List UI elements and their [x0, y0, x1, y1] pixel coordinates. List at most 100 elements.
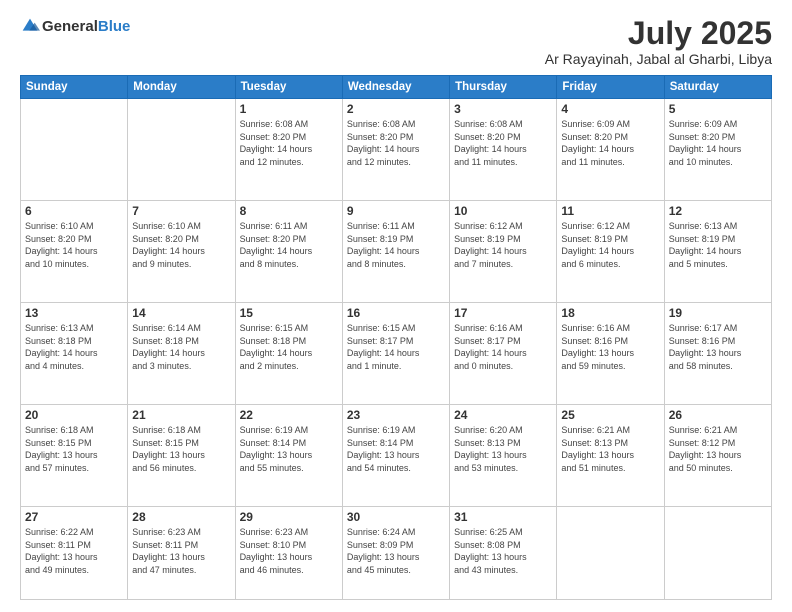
calendar-cell: 8 Sunrise: 6:11 AM Sunset: 8:20 PM Daylig…: [235, 201, 342, 303]
day-number: 2: [347, 102, 445, 116]
day-info: Sunrise: 6:14 AM Sunset: 8:18 PM Dayligh…: [132, 322, 230, 372]
day-number: 9: [347, 204, 445, 218]
day-info: Sunrise: 6:17 AM Sunset: 8:16 PM Dayligh…: [669, 322, 767, 372]
day-info: Sunrise: 6:21 AM Sunset: 8:12 PM Dayligh…: [669, 424, 767, 474]
calendar-cell: 5Sunrise: 6:09 AM Sunset: 8:20 PM Daylig…: [664, 99, 771, 201]
calendar-cell: 21 Sunrise: 6:18 AM Sunset: 8:15 PM Dayli…: [128, 405, 235, 507]
calendar-week-row: 27 Sunrise: 6:22 AM Sunset: 8:11 PM Dayli…: [21, 507, 772, 600]
calendar-cell: 31Sunrise: 6:25 AM Sunset: 8:08 PM Dayli…: [450, 507, 557, 600]
calendar-table: SundayMondayTuesdayWednesdayThursdayFrid…: [20, 75, 772, 600]
day-info: Sunrise: 6:16 AM Sunset: 8:17 PM Dayligh…: [454, 322, 552, 372]
day-info: Sunrise: 6:13 AM Sunset: 8:18 PM Dayligh…: [25, 322, 123, 372]
day-info: Sunrise: 6:23 AM Sunset: 8:11 PM Dayligh…: [132, 526, 230, 576]
day-info: Sunrise: 6:23 AM Sunset: 8:10 PM Dayligh…: [240, 526, 338, 576]
header: GeneralBlue July 2025 Ar Rayayinah, Jaba…: [20, 16, 772, 67]
day-number: 27: [25, 510, 123, 524]
day-info: Sunrise: 6:10 AM Sunset: 8:20 PM Dayligh…: [25, 220, 123, 270]
day-info: Sunrise: 6:08 AM Sunset: 8:20 PM Dayligh…: [454, 118, 552, 168]
calendar-cell: 10Sunrise: 6:12 AM Sunset: 8:19 PM Dayli…: [450, 201, 557, 303]
day-info: Sunrise: 6:10 AM Sunset: 8:20 PM Dayligh…: [132, 220, 230, 270]
day-info: Sunrise: 6:19 AM Sunset: 8:14 PM Dayligh…: [347, 424, 445, 474]
day-number: 29: [240, 510, 338, 524]
title-block: July 2025 Ar Rayayinah, Jabal al Gharbi,…: [545, 16, 772, 67]
day-number: 18: [561, 306, 659, 320]
day-number: 20: [25, 408, 123, 422]
calendar-cell: 29 Sunrise: 6:23 AM Sunset: 8:10 PM Dayli…: [235, 507, 342, 600]
day-info: Sunrise: 6:11 AM Sunset: 8:20 PM Dayligh…: [240, 220, 338, 270]
day-info: Sunrise: 6:08 AM Sunset: 8:20 PM Dayligh…: [347, 118, 445, 168]
location: Ar Rayayinah, Jabal al Gharbi, Libya: [545, 51, 772, 67]
day-number: 15: [240, 306, 338, 320]
day-of-week-header: Sunday: [21, 76, 128, 99]
day-number: 17: [454, 306, 552, 320]
day-number: 26: [669, 408, 767, 422]
calendar-cell: 7 Sunrise: 6:10 AM Sunset: 8:20 PM Daylig…: [128, 201, 235, 303]
day-number: 10: [454, 204, 552, 218]
calendar-cell: [557, 507, 664, 600]
calendar-cell: 18 Sunrise: 6:16 AM Sunset: 8:16 PM Dayli…: [557, 303, 664, 405]
day-info: Sunrise: 6:09 AM Sunset: 8:20 PM Dayligh…: [561, 118, 659, 168]
calendar-cell: 30Sunrise: 6:24 AM Sunset: 8:09 PM Dayli…: [342, 507, 449, 600]
calendar-cell: 6Sunrise: 6:10 AM Sunset: 8:20 PM Daylig…: [21, 201, 128, 303]
day-of-week-header: Wednesday: [342, 76, 449, 99]
calendar-cell: 20 Sunrise: 6:18 AM Sunset: 8:15 PM Dayli…: [21, 405, 128, 507]
day-info: Sunrise: 6:21 AM Sunset: 8:13 PM Dayligh…: [561, 424, 659, 474]
calendar-cell: [128, 99, 235, 201]
day-number: 23: [347, 408, 445, 422]
day-number: 30: [347, 510, 445, 524]
calendar-cell: 12 Sunrise: 6:13 AM Sunset: 8:19 PM Dayli…: [664, 201, 771, 303]
day-info: Sunrise: 6:12 AM Sunset: 8:19 PM Dayligh…: [561, 220, 659, 270]
month-title: July 2025: [545, 16, 772, 51]
day-number: 11: [561, 204, 659, 218]
calendar-cell: 22 Sunrise: 6:19 AM Sunset: 8:14 PM Dayli…: [235, 405, 342, 507]
calendar-cell: 28 Sunrise: 6:23 AM Sunset: 8:11 PM Dayli…: [128, 507, 235, 600]
day-number: 4: [561, 102, 659, 116]
calendar-cell: 13Sunrise: 6:13 AM Sunset: 8:18 PM Dayli…: [21, 303, 128, 405]
day-number: 1: [240, 102, 338, 116]
calendar-week-row: 6Sunrise: 6:10 AM Sunset: 8:20 PM Daylig…: [21, 201, 772, 303]
day-number: 12: [669, 204, 767, 218]
day-number: 24: [454, 408, 552, 422]
day-info: Sunrise: 6:18 AM Sunset: 8:15 PM Dayligh…: [25, 424, 123, 474]
day-number: 22: [240, 408, 338, 422]
calendar-cell: 1 Sunrise: 6:08 AM Sunset: 8:20 PM Daylig…: [235, 99, 342, 201]
calendar-cell: 26 Sunrise: 6:21 AM Sunset: 8:12 PM Dayli…: [664, 405, 771, 507]
day-of-week-header: Tuesday: [235, 76, 342, 99]
calendar-cell: 27 Sunrise: 6:22 AM Sunset: 8:11 PM Dayli…: [21, 507, 128, 600]
day-info: Sunrise: 6:15 AM Sunset: 8:17 PM Dayligh…: [347, 322, 445, 372]
calendar-week-row: 13Sunrise: 6:13 AM Sunset: 8:18 PM Dayli…: [21, 303, 772, 405]
calendar-cell: 17 Sunrise: 6:16 AM Sunset: 8:17 PM Dayli…: [450, 303, 557, 405]
day-of-week-header: Monday: [128, 76, 235, 99]
calendar-week-row: 20 Sunrise: 6:18 AM Sunset: 8:15 PM Dayli…: [21, 405, 772, 507]
day-number: 3: [454, 102, 552, 116]
day-of-week-header: Saturday: [664, 76, 771, 99]
calendar-cell: 25Sunrise: 6:21 AM Sunset: 8:13 PM Dayli…: [557, 405, 664, 507]
day-info: Sunrise: 6:25 AM Sunset: 8:08 PM Dayligh…: [454, 526, 552, 576]
day-info: Sunrise: 6:20 AM Sunset: 8:13 PM Dayligh…: [454, 424, 552, 474]
calendar-week-row: 1 Sunrise: 6:08 AM Sunset: 8:20 PM Daylig…: [21, 99, 772, 201]
day-number: 14: [132, 306, 230, 320]
day-info: Sunrise: 6:18 AM Sunset: 8:15 PM Dayligh…: [132, 424, 230, 474]
day-number: 19: [669, 306, 767, 320]
logo-icon: [20, 16, 40, 36]
calendar-header-row: SundayMondayTuesdayWednesdayThursdayFrid…: [21, 76, 772, 99]
day-info: Sunrise: 6:22 AM Sunset: 8:11 PM Dayligh…: [25, 526, 123, 576]
page: GeneralBlue July 2025 Ar Rayayinah, Jaba…: [0, 0, 792, 612]
day-info: Sunrise: 6:13 AM Sunset: 8:19 PM Dayligh…: [669, 220, 767, 270]
day-info: Sunrise: 6:15 AM Sunset: 8:18 PM Dayligh…: [240, 322, 338, 372]
day-number: 21: [132, 408, 230, 422]
day-number: 28: [132, 510, 230, 524]
day-number: 5: [669, 102, 767, 116]
calendar-cell: 23 Sunrise: 6:19 AM Sunset: 8:14 PM Dayli…: [342, 405, 449, 507]
calendar-cell: 4 Sunrise: 6:09 AM Sunset: 8:20 PM Daylig…: [557, 99, 664, 201]
day-number: 7: [132, 204, 230, 218]
day-info: Sunrise: 6:08 AM Sunset: 8:20 PM Dayligh…: [240, 118, 338, 168]
calendar-cell: 15 Sunrise: 6:15 AM Sunset: 8:18 PM Dayli…: [235, 303, 342, 405]
day-info: Sunrise: 6:19 AM Sunset: 8:14 PM Dayligh…: [240, 424, 338, 474]
calendar-cell: [21, 99, 128, 201]
calendar-cell: 14 Sunrise: 6:14 AM Sunset: 8:18 PM Dayli…: [128, 303, 235, 405]
day-info: Sunrise: 6:16 AM Sunset: 8:16 PM Dayligh…: [561, 322, 659, 372]
calendar-cell: 24 Sunrise: 6:20 AM Sunset: 8:13 PM Dayli…: [450, 405, 557, 507]
day-number: 16: [347, 306, 445, 320]
day-number: 8: [240, 204, 338, 218]
